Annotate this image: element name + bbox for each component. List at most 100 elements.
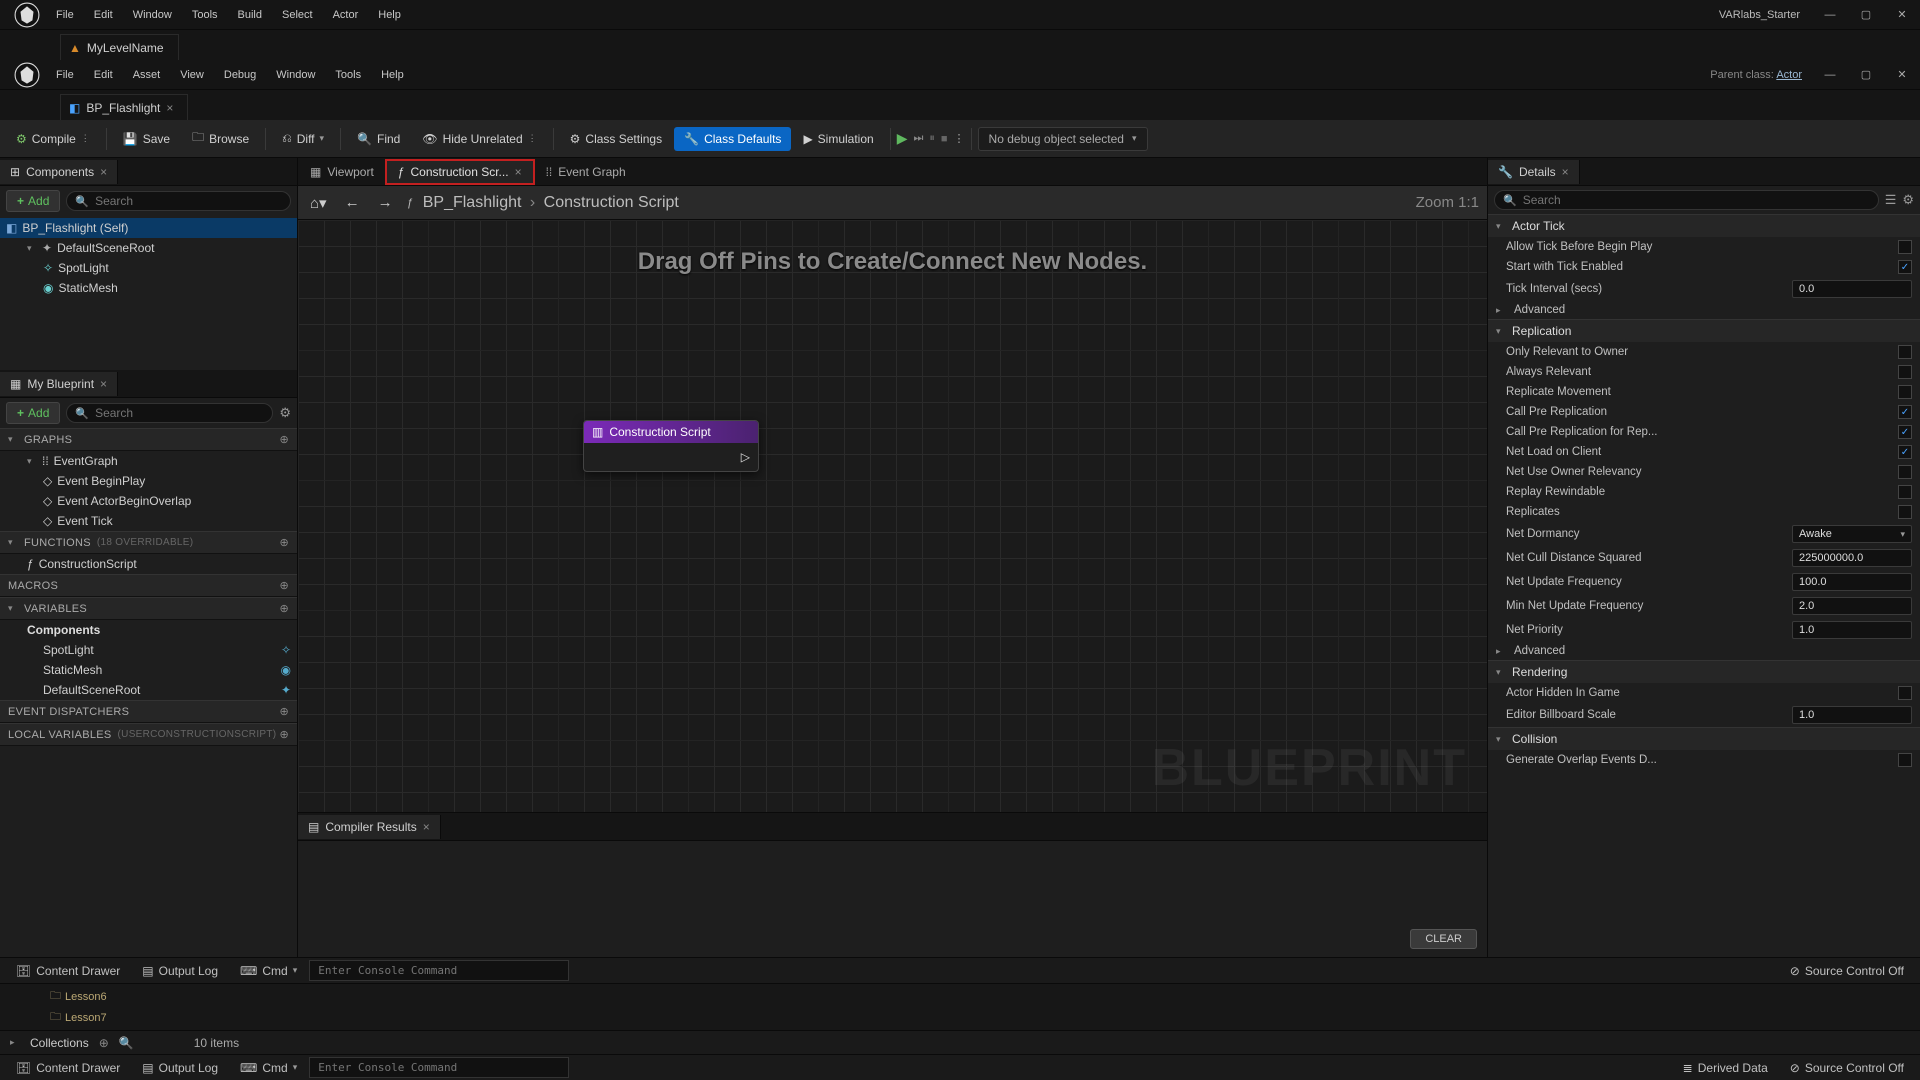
add-local-button[interactable]: ⊕ — [279, 728, 289, 741]
add-variable-button[interactable]: ⊕ — [279, 602, 289, 615]
back-button[interactable]: ← — [341, 192, 364, 213]
blueprint-tab[interactable]: ◧ BP_Flashlight × — [60, 94, 188, 120]
tab-event-graph[interactable]: ⁞⁞Event Graph — [534, 160, 638, 184]
close-icon[interactable]: × — [100, 165, 107, 179]
add-graph-button[interactable]: ⊕ — [279, 433, 289, 446]
output-log-button[interactable]: ▤Output Log — [132, 960, 228, 982]
close-button[interactable]: ✕ — [1884, 65, 1920, 85]
component-spotlight[interactable]: ✧ SpotLight — [0, 258, 297, 278]
cat-dispatchers[interactable]: EVENT DISPATCHERS ⊕ — [0, 700, 297, 723]
close-button[interactable]: ✕ — [1884, 5, 1920, 25]
cat-variables[interactable]: ▾VARIABLES ⊕ — [0, 597, 297, 620]
content-drawer-button[interactable]: 🗄Content Drawer — [6, 1057, 130, 1079]
checkbox[interactable]: ✓ — [1898, 445, 1912, 459]
checkbox[interactable] — [1898, 465, 1912, 479]
menu-help[interactable]: Help — [368, 5, 411, 25]
details-search[interactable]: 🔍 — [1494, 190, 1879, 210]
cat-rendering[interactable]: ▾Rendering — [1488, 660, 1920, 683]
browse-button[interactable]: 🗀Browse — [182, 123, 259, 154]
source-control-button[interactable]: ⊘Source Control Off — [1780, 960, 1914, 982]
cat-replication[interactable]: ▾Replication — [1488, 319, 1920, 342]
class-settings-button[interactable]: ⚙Class Settings — [560, 127, 672, 151]
source-control-button[interactable]: ⊘Source Control Off — [1780, 1057, 1914, 1079]
clear-button[interactable]: CLEAR — [1410, 929, 1477, 949]
billboard-field[interactable]: 1.0 — [1792, 706, 1912, 724]
search-icon[interactable]: 🔍 — [119, 1036, 134, 1050]
expand-icon[interactable]: ▸ — [10, 1037, 20, 1048]
checkbox[interactable] — [1898, 485, 1912, 499]
checkbox[interactable] — [1898, 240, 1912, 254]
myblueprint-tab[interactable]: ▦ My Blueprint × — [0, 372, 118, 396]
checkbox[interactable]: ✓ — [1898, 425, 1912, 439]
add-function-button[interactable]: ⊕ — [279, 536, 289, 549]
menu-window[interactable]: Window — [266, 65, 325, 85]
output-log-button[interactable]: ▤Output Log — [132, 1057, 228, 1079]
myblueprint-search[interactable]: 🔍 — [66, 403, 273, 423]
property-matrix-button[interactable]: ☰ — [1885, 192, 1897, 208]
hide-unrelated-button[interactable]: 👁Hide Unrelated⋮ — [412, 127, 546, 151]
diff-button[interactable]: ⎌Diff▾ — [272, 126, 334, 151]
cat-graphs[interactable]: ▾GRAPHS ⊕ — [0, 428, 297, 451]
tick-interval-field[interactable]: 0.0 — [1792, 280, 1912, 298]
play-options-button[interactable]: ⋮ — [954, 132, 965, 145]
event-beginoverlap[interactable]: ◇Event ActorBeginOverlap — [0, 491, 297, 511]
prop-advanced-2[interactable]: Advanced — [1514, 645, 1912, 657]
menu-edit[interactable]: Edit — [84, 5, 123, 25]
history-button[interactable]: ⌂▾ — [306, 192, 331, 214]
net-dormancy-combo[interactable]: Awake▾ — [1792, 525, 1912, 543]
derived-data-button[interactable]: ≣Derived Data — [1673, 1057, 1778, 1079]
component-staticmesh[interactable]: ◉ StaticMesh — [0, 278, 297, 298]
save-button[interactable]: 💾Save — [113, 127, 180, 151]
play-button[interactable]: ▶ — [897, 130, 908, 147]
graph-canvas[interactable]: Drag Off Pins to Create/Connect New Node… — [298, 220, 1487, 812]
content-drawer-button[interactable]: 🗄Content Drawer — [6, 960, 130, 982]
min-update-field[interactable]: 2.0 — [1792, 597, 1912, 615]
gear-icon[interactable]: ⚙ — [279, 405, 291, 421]
var-staticmesh[interactable]: StaticMesh◉ — [0, 660, 297, 680]
menu-build[interactable]: Build — [228, 5, 272, 25]
collections-label[interactable]: Collections — [30, 1036, 89, 1050]
gear-icon[interactable]: ⚙ — [1902, 192, 1914, 208]
add-component-button[interactable]: +Add — [6, 190, 60, 212]
checkbox[interactable] — [1898, 365, 1912, 379]
cmd-button[interactable]: ⌨Cmd▾ — [230, 960, 307, 982]
components-search[interactable]: 🔍 — [66, 191, 291, 211]
exec-output-pin[interactable]: ▷ — [741, 450, 750, 464]
menu-edit[interactable]: Edit — [84, 65, 123, 85]
simulation-button[interactable]: ▶Simulation — [793, 127, 883, 151]
cat-actor-tick[interactable]: ▾Actor Tick — [1488, 214, 1920, 237]
menu-window[interactable]: Window — [123, 5, 182, 25]
cat-locals[interactable]: LOCAL VARIABLES (USERCONSTRUCTIONSCRIPT)… — [0, 723, 297, 746]
cat-functions[interactable]: ▾FUNCTIONS (18 OVERRIDABLE) ⊕ — [0, 531, 297, 554]
checkbox[interactable] — [1898, 385, 1912, 399]
maximize-button[interactable]: ▢ — [1848, 5, 1884, 25]
compile-button[interactable]: ⚙ Compile ⋮ — [6, 127, 100, 151]
checkbox[interactable] — [1898, 505, 1912, 519]
menu-file[interactable]: File — [46, 5, 84, 25]
pause-button[interactable]: ⏸ — [929, 132, 935, 145]
breadcrumb-graph[interactable]: Construction Script — [544, 194, 679, 211]
console-command-input[interactable] — [309, 1057, 569, 1078]
menu-debug[interactable]: Debug — [214, 65, 266, 85]
cull-field[interactable]: 225000000.0 — [1792, 549, 1912, 567]
class-defaults-button[interactable]: 🔧Class Defaults — [674, 127, 791, 151]
graph-eventgraph[interactable]: ▾⁞⁞EventGraph — [0, 451, 297, 471]
cat-macros[interactable]: MACROS ⊕ — [0, 574, 297, 597]
myblueprint-search-input[interactable] — [95, 406, 264, 420]
menu-asset[interactable]: Asset — [123, 65, 171, 85]
net-priority-field[interactable]: 1.0 — [1792, 621, 1912, 639]
console-command-input[interactable] — [309, 960, 569, 981]
event-tick[interactable]: ◇Event Tick — [0, 511, 297, 531]
compiler-results-tab[interactable]: ▤ Compiler Results × — [298, 815, 441, 839]
menu-tools[interactable]: Tools — [325, 65, 371, 85]
var-defaultsceneroot[interactable]: DefaultSceneRoot✦ — [0, 680, 297, 700]
components-search-input[interactable] — [95, 194, 282, 208]
event-beginplay[interactable]: ◇Event BeginPlay — [0, 471, 297, 491]
step-button[interactable]: ⏭ — [913, 132, 923, 145]
close-icon[interactable]: × — [166, 101, 173, 115]
checkbox[interactable] — [1898, 686, 1912, 700]
cat-collision[interactable]: ▾Collision — [1488, 727, 1920, 750]
stop-button[interactable]: ■ — [941, 133, 948, 145]
minimize-button[interactable]: — — [1812, 65, 1848, 85]
expand-icon[interactable]: ▾ — [27, 243, 37, 254]
